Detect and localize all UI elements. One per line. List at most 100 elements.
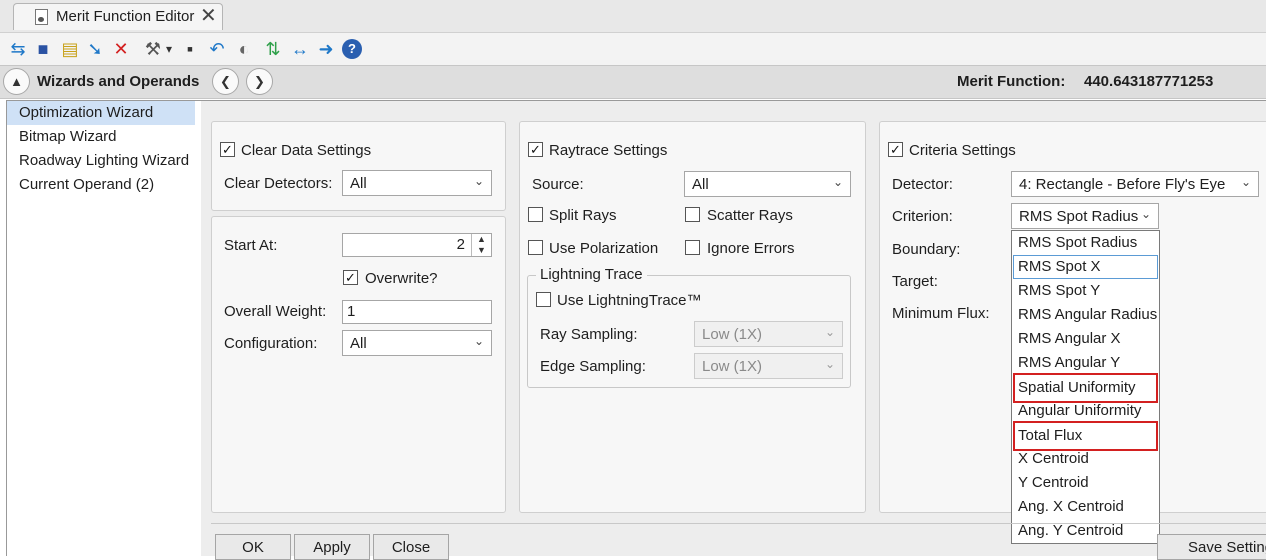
save-settings-button[interactable]: Save Settings xyxy=(1157,534,1266,560)
overwrite-label: Overwrite? xyxy=(365,270,438,287)
source-value: All xyxy=(692,175,709,193)
ray-sampling-select[interactable]: Low (1X) ⌄ xyxy=(694,321,843,347)
refresh-icon[interactable]: ⇆ xyxy=(8,38,28,60)
lightning-trace-title: Lightning Trace xyxy=(536,266,647,283)
overall-weight-input[interactable]: 1 xyxy=(342,300,492,324)
use-polarization-checkbox[interactable] xyxy=(528,240,543,255)
document-icon xyxy=(35,9,48,25)
criterion-option[interactable]: X Centroid xyxy=(1013,447,1158,471)
criterion-option[interactable]: RMS Angular Radius xyxy=(1013,303,1158,327)
source-select[interactable]: All ⌄ xyxy=(684,171,851,197)
criterion-option[interactable]: Ang. X Centroid xyxy=(1013,495,1158,519)
source-label: Source: xyxy=(532,176,584,193)
nav-item-roadway-lighting-wizard[interactable]: Roadway Lighting Wizard xyxy=(7,149,195,173)
merit-function-label: Merit Function: xyxy=(957,73,1066,90)
criterion-option[interactable]: RMS Spot Y xyxy=(1013,279,1158,303)
swap-icon[interactable]: ⇅ xyxy=(262,38,284,60)
use-polarization-label: Use Polarization xyxy=(549,240,659,257)
spin-down-icon[interactable]: ▼ xyxy=(472,245,491,256)
wizard-tools-icon[interactable]: ⚒ xyxy=(142,38,164,60)
edge-sampling-label: Edge Sampling: xyxy=(540,358,646,375)
clear-data-checkbox[interactable]: ✓ xyxy=(220,142,235,157)
spin-up-icon[interactable]: ▲ xyxy=(472,234,491,245)
delete-icon[interactable]: ✕ xyxy=(110,38,132,60)
dropdown-caret-icon[interactable]: ▾ xyxy=(164,38,174,60)
merit-function-value: 440.643187771253 xyxy=(1084,73,1214,90)
criterion-option[interactable]: Angular Uniformity xyxy=(1013,399,1158,423)
use-lightningtrace-label: Use LightningTrace™ xyxy=(557,292,702,309)
start-at-spinner[interactable]: ▲ ▼ xyxy=(471,234,491,256)
tab-merit-function-editor[interactable]: Merit Function Editor ✕ xyxy=(13,3,223,30)
toolbar: ⇆ ■ ▤ ➘ ✕ ⚒ ▾ ▪ ↶ ◐ ⇅ ↔ ➜ ? xyxy=(0,32,1266,65)
insert-operand-icon[interactable]: ➘ xyxy=(84,38,106,60)
tab-title: Merit Function Editor xyxy=(56,8,195,25)
save-icon[interactable]: ■ xyxy=(32,38,54,60)
arrow-right-icon[interactable]: ➜ xyxy=(314,38,338,60)
apply-button[interactable]: Apply xyxy=(294,534,370,560)
edge-sampling-value: Low (1X) xyxy=(702,357,763,375)
split-rays-checkbox[interactable] xyxy=(528,207,543,222)
chevron-down-icon: ⌄ xyxy=(824,325,835,339)
chevron-left-icon: ❮ xyxy=(220,73,231,89)
criterion-option[interactable]: RMS Angular Y xyxy=(1013,351,1158,375)
close-button[interactable]: Close xyxy=(373,534,449,560)
calculator-icon[interactable]: ▪ xyxy=(180,38,200,60)
chevron-down-icon: ⌄ xyxy=(832,175,843,189)
criterion-select[interactable]: RMS Spot Radius ⌄ xyxy=(1011,203,1159,229)
start-at-label: Start At: xyxy=(224,237,278,254)
toggle-icon[interactable]: ◐ xyxy=(232,38,256,60)
configuration-select[interactable]: All ⌄ xyxy=(342,330,492,356)
edge-sampling-select[interactable]: Low (1X) ⌄ xyxy=(694,353,843,379)
ray-sampling-label: Ray Sampling: xyxy=(540,326,638,343)
section-title: Wizards and Operands xyxy=(37,73,200,90)
criterion-option[interactable]: RMS Spot Radius xyxy=(1013,231,1158,255)
clear-data-group xyxy=(211,121,506,211)
chevron-down-icon: ⌄ xyxy=(824,357,835,371)
chevron-down-icon: ⌄ xyxy=(1240,175,1251,189)
ok-button[interactable]: OK xyxy=(215,534,291,560)
undo-icon[interactable]: ↶ xyxy=(206,38,228,60)
split-rays-label: Split Rays xyxy=(549,207,617,224)
overwrite-checkbox[interactable]: ✓ xyxy=(343,270,358,285)
start-at-input[interactable]: 2 xyxy=(342,233,492,257)
check-icon: ✓ xyxy=(890,142,901,157)
detector-value: 4: Rectangle - Before Fly's Eye xyxy=(1019,175,1226,193)
ignore-errors-checkbox[interactable] xyxy=(685,240,700,255)
prev-button[interactable]: ❮ xyxy=(212,68,239,95)
ignore-errors-label: Ignore Errors xyxy=(707,240,795,257)
wizard-list: Optimization Wizard Bitmap Wizard Roadwa… xyxy=(6,100,201,556)
raytrace-checkbox[interactable]: ✓ xyxy=(528,142,543,157)
check-icon: ✓ xyxy=(222,142,233,157)
raytrace-label: Raytrace Settings xyxy=(549,142,668,159)
criteria-checkbox[interactable]: ✓ xyxy=(888,142,903,157)
wizards-header: ▲ Wizards and Operands ❮ ❯ Merit Functio… xyxy=(0,65,1266,99)
chevron-down-icon: ⌄ xyxy=(473,174,484,188)
close-icon[interactable]: ✕ xyxy=(200,5,217,27)
collapse-button[interactable]: ▲ xyxy=(3,68,30,95)
scatter-rays-label: Scatter Rays xyxy=(707,207,793,224)
configuration-label: Configuration: xyxy=(224,335,318,352)
clear-detectors-label: Clear Detectors: xyxy=(224,175,333,192)
nav-item-current-operand[interactable]: Current Operand (2) xyxy=(7,173,195,197)
help-icon[interactable]: ? xyxy=(342,39,362,59)
criterion-option[interactable]: RMS Spot X xyxy=(1013,255,1158,279)
overall-weight-label: Overall Weight: xyxy=(224,303,327,320)
chevron-down-icon: ⌄ xyxy=(473,334,484,348)
tab-strip: Merit Function Editor ✕ xyxy=(0,0,1266,32)
use-lightningtrace-checkbox[interactable] xyxy=(536,292,551,307)
criterion-option[interactable]: RMS Angular X xyxy=(1013,327,1158,351)
load-icon[interactable]: ▤ xyxy=(58,38,82,60)
boundary-label: Boundary: xyxy=(892,241,961,258)
detector-select[interactable]: 4: Rectangle - Before Fly's Eye ⌄ xyxy=(1011,171,1259,197)
nav-item-bitmap-wizard[interactable]: Bitmap Wizard xyxy=(7,125,195,149)
next-button[interactable]: ❯ xyxy=(246,68,273,95)
general-group xyxy=(211,216,506,513)
criterion-value: RMS Spot Radius xyxy=(1019,207,1139,225)
scatter-rays-checkbox[interactable] xyxy=(685,207,700,222)
check-icon: ✓ xyxy=(530,142,541,157)
criterion-option[interactable]: Y Centroid xyxy=(1013,471,1158,495)
nav-item-optimization-wizard[interactable]: Optimization Wizard xyxy=(7,101,195,125)
ray-sampling-value: Low (1X) xyxy=(702,325,763,343)
clear-detectors-select[interactable]: All ⌄ xyxy=(342,170,492,196)
compress-icon[interactable]: ↔ xyxy=(288,38,312,60)
